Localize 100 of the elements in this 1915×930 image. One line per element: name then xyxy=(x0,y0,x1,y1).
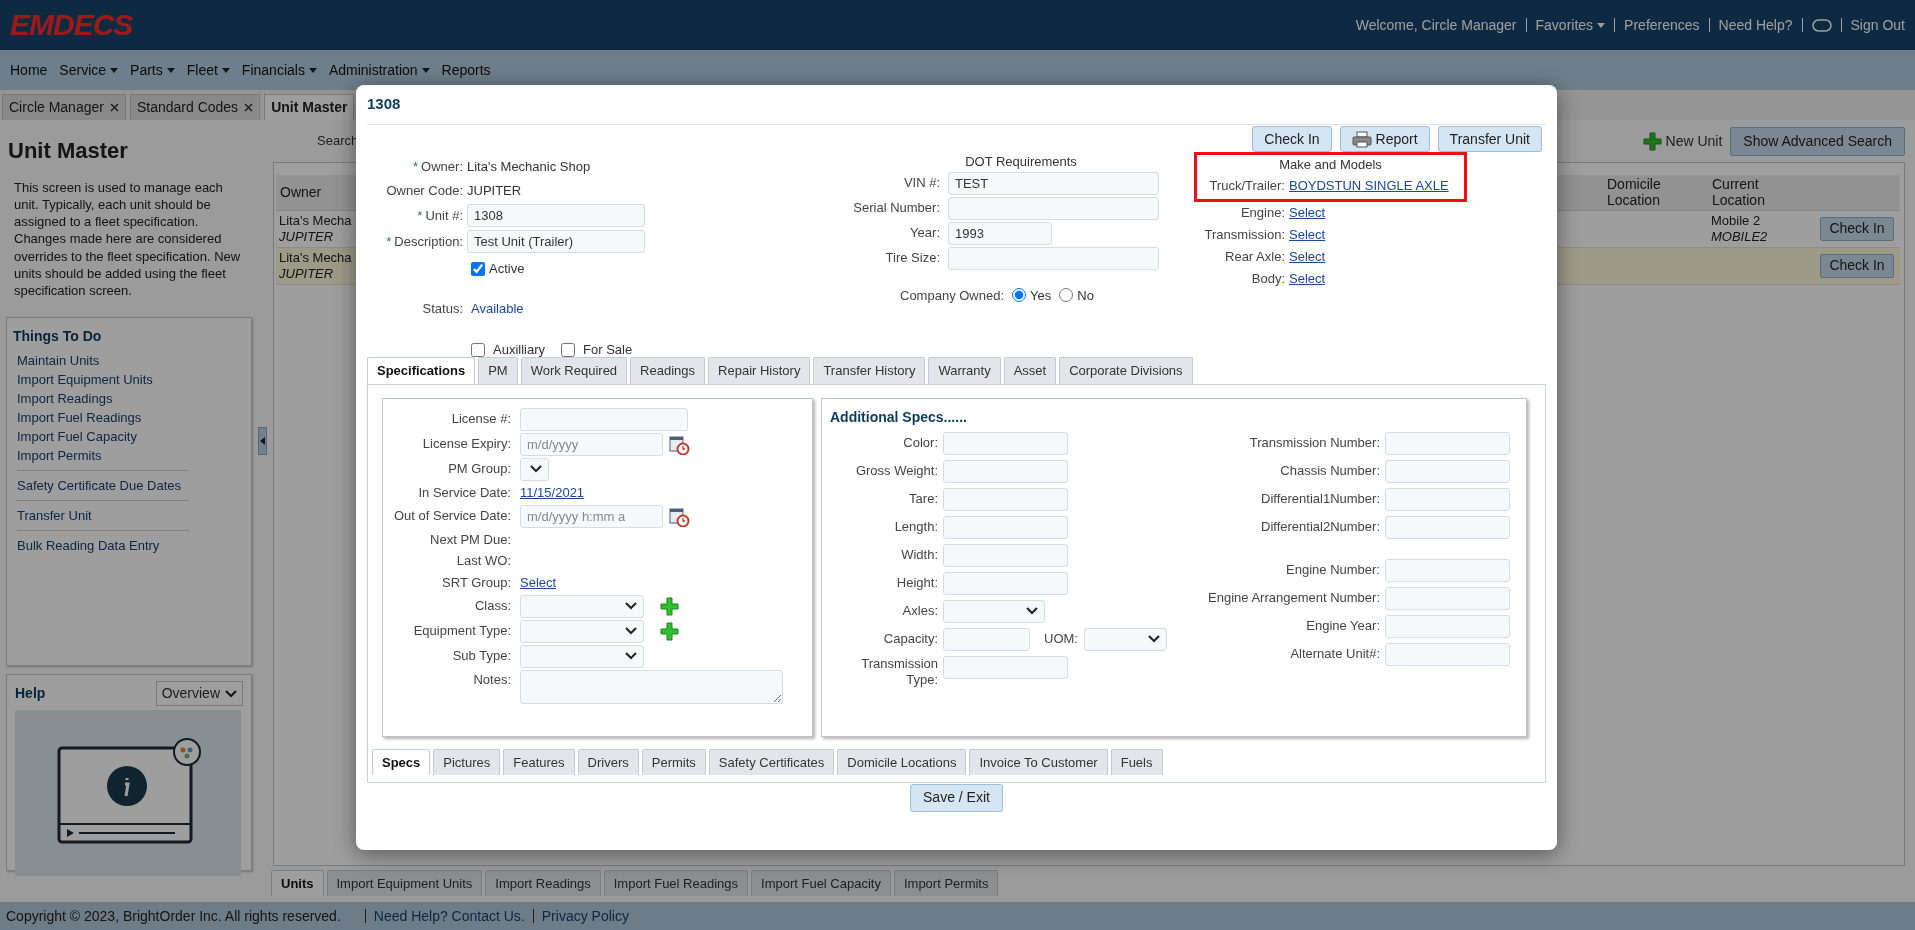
tab[interactable]: Transfer History xyxy=(813,357,926,384)
text-field[interactable] xyxy=(1385,558,1510,582)
radio-button[interactable] xyxy=(1059,288,1074,303)
tab[interactable]: Fuels xyxy=(1110,748,1163,775)
tab[interactable]: Specs xyxy=(372,748,431,775)
date-field[interactable]: m/d/yyyy xyxy=(520,432,663,456)
todo-link[interactable]: Safety Certificate Due Dates xyxy=(13,476,245,496)
header-link[interactable]: Sign Out xyxy=(1850,14,1905,36)
action-button[interactable]: Transfer Unit xyxy=(1437,126,1542,152)
tab[interactable]: Invoice To Customer xyxy=(969,748,1108,775)
help-dropdown[interactable]: Overview xyxy=(155,681,243,707)
todo-link[interactable]: Import Equipment Units xyxy=(13,370,245,390)
todo-link[interactable]: Import Readings xyxy=(13,389,245,409)
todo-link[interactable]: Transfer Unit xyxy=(13,506,245,526)
tab[interactable]: Work Required xyxy=(520,357,628,384)
action-button[interactable]: Report xyxy=(1339,126,1430,152)
text-field[interactable]: 1308 xyxy=(467,204,645,227)
text-field[interactable]: 1993 xyxy=(948,221,1052,245)
menu-item[interactable]: Parts xyxy=(124,55,181,85)
text-field[interactable] xyxy=(948,246,1159,270)
favorites-menu[interactable]: Favorites xyxy=(1535,14,1606,36)
date-field[interactable]: m/d/yyyy h:mm a xyxy=(520,504,663,528)
action-button[interactable]: Check In xyxy=(1252,126,1332,152)
footer-link[interactable]: Need Help? Contact Us. xyxy=(373,905,525,927)
tab[interactable]: Drivers xyxy=(577,748,639,775)
tab[interactable]: Asset xyxy=(1003,357,1057,384)
todo-link[interactable]: Bulk Reading Data Entry xyxy=(13,536,245,556)
menu-item[interactable]: Reports xyxy=(435,55,497,85)
field-label: Year: xyxy=(910,224,940,243)
tab[interactable]: Pictures xyxy=(433,748,501,775)
text-field[interactable] xyxy=(948,196,1159,220)
text-field[interactable] xyxy=(943,543,1068,567)
tab[interactable]: PM xyxy=(478,357,518,384)
todo-link[interactable]: Import Fuel Capacity xyxy=(13,427,245,447)
bottom-tab[interactable]: Import Equipment Units xyxy=(326,869,483,896)
check-in-button[interactable]: Check In xyxy=(1820,217,1894,241)
notes-field[interactable] xyxy=(520,669,783,704)
make-model-link[interactable]: BOYDSTUN SINGLE AXLE xyxy=(1289,175,1449,196)
make-model-link[interactable]: Select xyxy=(1289,246,1326,267)
tab[interactable]: Readings xyxy=(630,357,706,384)
header-link[interactable]: Need Help? xyxy=(1718,14,1793,36)
bottom-tab[interactable]: Import Readings xyxy=(485,869,601,896)
new-unit-link[interactable]: New Unit xyxy=(1642,130,1723,152)
collapse-handle[interactable] xyxy=(258,427,267,455)
tab[interactable]: Warranty xyxy=(928,357,1001,384)
check-in-button[interactable]: Check In xyxy=(1820,254,1894,278)
page-tab[interactable]: Standard Codes xyxy=(129,94,261,120)
page-tab[interactable]: Circle Manager xyxy=(2,94,126,120)
text-field[interactable] xyxy=(943,655,1068,679)
text-field[interactable] xyxy=(1385,614,1510,638)
field-label: UOM: xyxy=(1044,630,1078,649)
tab[interactable]: Corporate Divisions xyxy=(1059,357,1193,384)
text-field[interactable] xyxy=(943,431,1068,455)
field-link[interactable]: 11/15/2021 xyxy=(520,482,585,503)
bottom-tab[interactable]: Import Permits xyxy=(893,869,999,896)
advanced-search-button[interactable]: Show Advanced Search xyxy=(1730,126,1905,156)
todo-link[interactable]: Import Fuel Readings xyxy=(13,408,245,428)
save-exit-button[interactable]: Save / Exit xyxy=(910,783,1003,812)
footer-link[interactable]: Privacy Policy xyxy=(541,905,629,927)
menu-item[interactable]: Financials xyxy=(235,55,323,85)
toggle-icon[interactable] xyxy=(1811,18,1832,32)
tab[interactable]: Permits xyxy=(641,748,706,775)
text-field[interactable] xyxy=(943,515,1068,539)
dropdown[interactable] xyxy=(520,457,549,481)
menu-item[interactable]: Administration xyxy=(322,55,436,85)
make-model-link[interactable]: Select xyxy=(1289,224,1326,245)
todo-link[interactable]: Maintain Units xyxy=(13,351,245,371)
text-field[interactable]: Test Unit (Trailer) xyxy=(467,230,645,253)
text-field[interactable] xyxy=(520,407,688,431)
tab[interactable]: Repair History xyxy=(708,357,811,384)
text-field[interactable] xyxy=(943,487,1068,511)
text-field[interactable]: TEST xyxy=(948,171,1159,195)
tab[interactable]: Specifications xyxy=(367,357,476,384)
text-field[interactable] xyxy=(943,459,1068,483)
field-link[interactable]: Select xyxy=(520,572,557,593)
text-field[interactable] xyxy=(943,627,1030,651)
menu-item[interactable]: Fleet xyxy=(180,55,236,85)
tab[interactable]: Features xyxy=(503,748,575,775)
tab[interactable]: Safety Certificates xyxy=(708,748,835,775)
text-field[interactable] xyxy=(1385,586,1510,610)
text-field[interactable] xyxy=(1385,515,1510,539)
make-model-link[interactable]: Select xyxy=(1289,268,1326,289)
checkbox[interactable] xyxy=(471,342,485,357)
todo-link[interactable]: Import Permits xyxy=(13,446,245,466)
radio-button[interactable] xyxy=(1012,288,1027,303)
text-field[interactable] xyxy=(1385,642,1510,666)
bottom-tab[interactable]: Units xyxy=(271,869,324,896)
page-tab[interactable]: Unit Master xyxy=(264,94,355,120)
text-field[interactable] xyxy=(1385,459,1510,483)
tab[interactable]: Domicile Locations xyxy=(837,748,967,775)
active-checkbox[interactable] xyxy=(471,261,485,276)
header-link[interactable]: Preferences xyxy=(1624,14,1700,36)
checkbox[interactable] xyxy=(561,342,575,357)
menu-item[interactable]: Home xyxy=(4,55,54,85)
text-field[interactable] xyxy=(1385,487,1510,511)
menu-item[interactable]: Service xyxy=(53,55,125,85)
text-field[interactable] xyxy=(943,571,1068,595)
text-field[interactable] xyxy=(1385,431,1510,455)
bottom-tab[interactable]: Import Fuel Capacity xyxy=(751,869,891,896)
bottom-tab[interactable]: Import Fuel Readings xyxy=(603,869,748,896)
